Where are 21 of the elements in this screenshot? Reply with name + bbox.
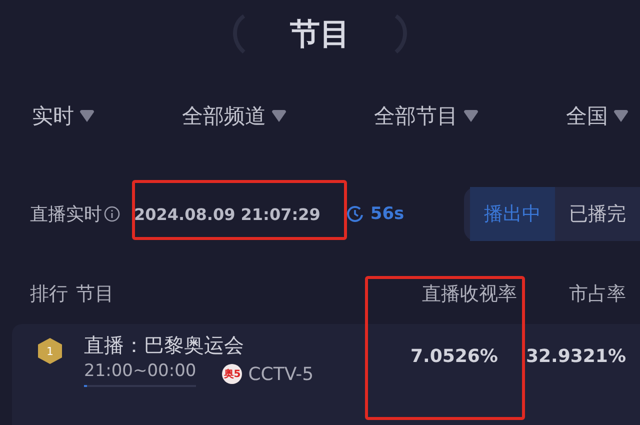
column-header[interactable]: 市占率 (569, 281, 626, 307)
channel-logo: 奥5 (222, 364, 242, 384)
channel-name: CCTV-5 (248, 364, 314, 384)
time-range: 21:00~00:00 (84, 361, 196, 381)
rating-value: 7.0526% (410, 346, 498, 367)
page-title: 节目 (290, 16, 350, 54)
filter-dropdown[interactable]: 实时 (32, 102, 94, 130)
program-row[interactable]: 1 直播：巴黎奥运会 21:00~00:00 奥5 CCTV-5 7.0526% 32.9321% (12, 324, 640, 425)
filter-dropdown[interactable]: 全国 (566, 102, 628, 130)
rank-badge: 1 (38, 338, 62, 364)
column-header[interactable]: 直播收视率 (422, 281, 517, 307)
share-value: 32.9321% (526, 346, 626, 367)
refresh-countdown: 56s (370, 204, 404, 224)
column-header: 排行 (30, 282, 68, 307)
filter-dropdown[interactable]: 全部节目 (374, 102, 478, 130)
timestamp: 2024.08.09 21:07:29 (134, 204, 320, 224)
column-header: 节目 (76, 282, 114, 307)
status-tab[interactable]: 已播完 (555, 187, 640, 241)
live-label: 直播实时 (30, 203, 102, 226)
filter-dropdown[interactable]: 全部频道 (182, 102, 286, 130)
program-name: 直播：巴黎奥运会 (84, 332, 245, 359)
